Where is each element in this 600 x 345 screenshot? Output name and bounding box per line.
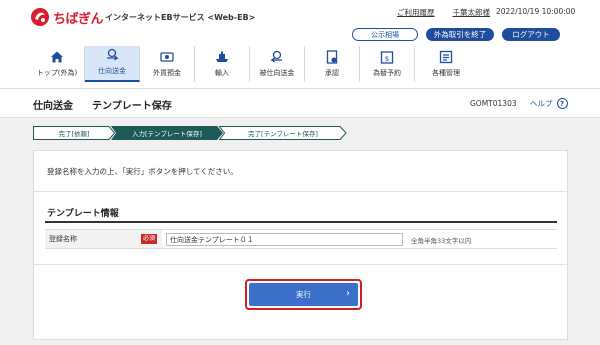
home-icon xyxy=(50,50,64,64)
field-hint: 全角半角33文字以内 xyxy=(411,237,472,245)
public-rates-button[interactable]: 公示相場 xyxy=(352,28,418,41)
nav-item-label: トップ(外為) xyxy=(36,69,78,77)
nav-item-remittance[interactable]: 仕向送金 xyxy=(85,46,140,82)
end-fx-button[interactable]: 外為取引を終了 xyxy=(426,28,494,41)
import-icon xyxy=(215,50,229,64)
bank-logo-icon xyxy=(30,7,50,27)
step-current: 入力[テンプレート保存] xyxy=(111,126,223,140)
nav-item-management[interactable]: 各種管理 xyxy=(415,46,477,82)
nav-item-label: 被仕向送金 xyxy=(259,69,295,77)
top-links: ご利用履歴 千葉太郎様 2022/10/19 10:00:00 xyxy=(397,7,575,18)
management-icon xyxy=(439,50,453,64)
nav-item-top[interactable]: トップ(外為) xyxy=(30,46,85,82)
chevron-right-icon: › xyxy=(346,288,350,299)
header: ちばぎん インターネットEBサービス <Web-EB> ご利用履歴 千葉太郎様 … xyxy=(0,0,600,88)
execute-label: 実行 xyxy=(296,290,311,299)
svg-text:$: $ xyxy=(385,55,389,63)
template-save-card: 登録名称を入力の上、「実行」ボタンを押してください。 テンプレート情報 登録名称… xyxy=(33,150,568,340)
incoming-remittance-icon xyxy=(270,50,284,64)
nav-item-label: 承認 xyxy=(325,69,339,77)
logout-button[interactable]: ログアウト xyxy=(502,28,560,41)
step-upcoming: 完了[テンプレート保存] xyxy=(219,126,347,140)
bank-name: ちばぎん xyxy=(53,11,104,27)
execute-button[interactable]: 実行 › xyxy=(249,283,358,306)
help-icon: ? xyxy=(556,98,568,109)
help-link[interactable]: ヘルプ ? xyxy=(530,98,568,109)
divider xyxy=(34,191,567,192)
nav-item-label: 仕向送金 xyxy=(98,67,126,75)
main-nav: トップ(外為) 仕向送金 外貨預金 輸入 被仕向送金 承認 $ 為替予約 各種管… xyxy=(30,46,477,82)
nav-item-label: 為替予約 xyxy=(373,69,401,77)
nav-item-incoming-remittance[interactable]: 被仕向送金 xyxy=(250,46,305,82)
nav-item-label: 各種管理 xyxy=(432,69,460,77)
label-cell: 登録名称 必須 xyxy=(45,230,162,248)
instruction-text: 登録名称を入力の上、「実行」ボタンを押してください。 xyxy=(47,167,238,176)
registration-name-input[interactable] xyxy=(166,233,403,246)
nav-item-import[interactable]: 輸入 xyxy=(195,46,250,82)
registration-name-label: 登録名称 xyxy=(49,235,77,243)
bank-logo[interactable]: ちばぎん インターネットEBサービス <Web-EB> xyxy=(30,7,255,27)
nav-item-fx-deposit[interactable]: 外貨預金 xyxy=(140,46,195,82)
section-title: テンプレート情報 xyxy=(47,209,119,219)
nav-item-label: 輸入 xyxy=(215,69,229,77)
required-badge: 必須 xyxy=(141,234,158,244)
login-timestamp: 2022/10/19 10:00:00 xyxy=(496,7,576,16)
nav-item-label: 外貨預金 xyxy=(153,69,181,77)
deposit-icon xyxy=(160,50,174,64)
step-label: 入力[テンプレート保存] xyxy=(132,130,202,138)
section-underline xyxy=(45,221,557,223)
step-label: 完了[依頼] xyxy=(58,130,90,138)
nav-item-fx-reservation[interactable]: $ 為替予約 xyxy=(360,46,415,82)
remittance-icon xyxy=(105,48,119,62)
page-subtitle: テンプレート保存 xyxy=(92,101,172,112)
page-title-bar: 仕向送金 テンプレート保存 GOMT01303 ヘルプ ? xyxy=(0,88,600,118)
nav-item-approval[interactable]: 承認 xyxy=(305,46,360,82)
approval-icon xyxy=(325,50,339,64)
divider xyxy=(34,264,567,265)
service-name: インターネットEBサービス <Web-EB> xyxy=(105,12,256,22)
screen-id: GOMT01303 xyxy=(470,99,517,108)
user-name[interactable]: 千葉太郎様 xyxy=(453,7,491,18)
registration-name-row: 登録名称 必須 全角半角33文字以内 xyxy=(45,229,557,249)
help-label: ヘルプ xyxy=(530,99,553,108)
fx-reservation-icon: $ xyxy=(380,50,394,64)
step-done: 完了[依頼] xyxy=(33,126,115,140)
step-label: 完了[テンプレート保存] xyxy=(248,130,318,138)
usage-history-link[interactable]: ご利用履歴 xyxy=(397,7,435,18)
page-title: 仕向送金 xyxy=(33,101,73,112)
